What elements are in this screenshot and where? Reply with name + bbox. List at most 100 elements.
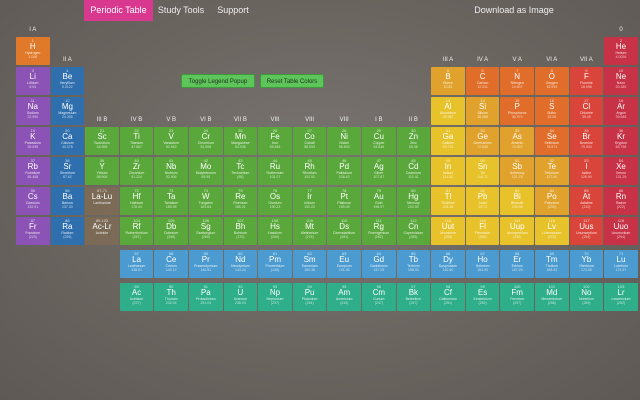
element-cell-uut[interactable]: 113 Uut Ununtrium (286) [431, 217, 465, 245]
element-cell-co[interactable]: 27 Co Cobalt 58.933 [292, 127, 327, 155]
element-cell-ar[interactable]: 18 Ar Argon 39.948 [604, 97, 638, 125]
element-cell-w[interactable]: 74 W Tungsten 183.84 [189, 187, 223, 215]
element-cell-eu[interactable]: 63 Eu Europium 151.96 [327, 250, 361, 278]
element-cell-rg[interactable]: 111 Rg Roentgenium (282) [362, 217, 396, 245]
element-cell-al[interactable]: 13 Al Aluminium 26.982 [431, 97, 465, 125]
element-cell-s[interactable]: 16 S Sulfur 32.06 [535, 97, 569, 125]
element-cell-o[interactable]: 8 O Oxygen 15.999 [535, 67, 569, 95]
element-cell-li[interactable]: 3 Li Lithium 6.94 [16, 67, 50, 95]
element-cell-tl[interactable]: 81 Tl Thallium 204.38 [431, 187, 465, 215]
element-cell-lv[interactable]: 116 Lv Livermorium (293) [535, 217, 569, 245]
element-cell-ac[interactable]: 89 Ac Actinium (227) [119, 283, 154, 311]
element-cell-uus[interactable]: 117 Uus Ununseptium (294) [569, 217, 604, 245]
element-cell-md[interactable]: 101 Md Mendelevium (258) [535, 283, 569, 311]
element-cell-ne[interactable]: 10 Ne Neon 20.180 [604, 67, 638, 95]
element-cell-zn[interactable]: 30 Zn Zinc 65.38 [396, 127, 431, 155]
element-cell-sr[interactable]: 38 Sr Strontium 87.62 [50, 157, 85, 185]
element-cell-as[interactable]: 33 As Arsenic 74.922 [500, 127, 534, 155]
element-cell-hf[interactable]: 72 Hf Hafnium 178.49 [119, 187, 154, 215]
element-cell-at[interactable]: 85 At Astatine (210) [569, 187, 604, 215]
element-cell-ho[interactable]: 67 Ho Holmium 164.93 [465, 250, 500, 278]
element-cell-pb[interactable]: 82 Pb Lead 207.2 [465, 187, 500, 215]
element-cell-er[interactable]: 68 Er Erbium 167.26 [500, 250, 534, 278]
element-cell-mo[interactable]: 42 Mo Molybdenum 95.95 [189, 157, 223, 185]
element-cell-fm[interactable]: 100 Fm Fermium (257) [500, 283, 534, 311]
element-cell-cs[interactable]: 55 Cs Caesium 132.91 [16, 187, 50, 215]
element-cell-sm[interactable]: 62 Sm Samarium 150.36 [292, 250, 327, 278]
element-cell-rn[interactable]: 86 Rn Radon (222) [604, 187, 638, 215]
element-cell-gd[interactable]: 64 Gd Gadolinium 157.25 [362, 250, 396, 278]
element-cell-rf[interactable]: 104 Rf Rutherfordium (267) [119, 217, 154, 245]
element-cell-na[interactable]: 11 Na Sodium 22.990 [16, 97, 50, 125]
element-cell-rb[interactable]: 37 Rb Rubidium 85.468 [16, 157, 50, 185]
element-cell-y[interactable]: 39 Y Yttrium 88.906 [85, 157, 119, 185]
element-cell-be[interactable]: 4 Be Beryllium 9.0122 [50, 67, 85, 95]
element-cell-fe[interactable]: 26 Fe Iron 55.845 [258, 127, 292, 155]
element-cell-sb[interactable]: 51 Sb Antimony 121.76 [500, 157, 534, 185]
element-cell-np[interactable]: 93 Np Neptunium (237) [258, 283, 292, 311]
element-cell-rh[interactable]: 45 Rh Rhodium 102.91 [292, 157, 327, 185]
element-cell-ru[interactable]: 44 Ru Ruthenium 101.07 [258, 157, 292, 185]
element-cell-la[interactable]: 57 La Lanthanum 138.91 [119, 250, 154, 278]
element-cell-ga[interactable]: 31 Ga Gallium 69.723 [431, 127, 465, 155]
element-cell-am[interactable]: 95 Am Americium (243) [327, 283, 361, 311]
element-cell-i[interactable]: 53 I Iodine 126.90 [569, 157, 604, 185]
element-cell-cm[interactable]: 96 Cm Curium (247) [362, 283, 396, 311]
element-cell-kr[interactable]: 36 Kr Krypton 83.798 [604, 127, 638, 155]
element-cell-u[interactable]: 92 U Uranium 238.03 [223, 283, 258, 311]
element-cell-ca[interactable]: 20 Ca Calcium 40.078 [50, 127, 85, 155]
element-cell-pm[interactable]: 61 Pm Promethium (145) [258, 250, 292, 278]
element-cell-mt[interactable]: 109 Mt Meitnerium (278) [292, 217, 327, 245]
element-cell-se[interactable]: 34 Se Selenium 78.971 [535, 127, 569, 155]
element-cell-lr[interactable]: 103 Lr Lawrencium (262) [604, 283, 638, 311]
element-cell-cl[interactable]: 17 Cl Chlorine 35.45 [569, 97, 604, 125]
element-cell-cn[interactable]: 112 Cn Copernicium (285) [396, 217, 431, 245]
element-cell-h[interactable]: 1 H Hydrogen 1.008 [16, 37, 50, 65]
element-cell-br[interactable]: 35 Br Bromine 79.904 [569, 127, 604, 155]
element-cell-ba[interactable]: 56 Ba Barium 137.33 [50, 187, 85, 215]
element-cell-n[interactable]: 7 N Nitrogen 14.007 [500, 67, 534, 95]
element-cell-ni[interactable]: 28 Ni Nickel 58.693 [327, 127, 361, 155]
element-cell-bi[interactable]: 83 Bi Bismuth 208.98 [500, 187, 534, 215]
element-cell-lu[interactable]: 71 Lu Lutetium 174.97 [604, 250, 638, 278]
element-cell-po[interactable]: 84 Po Polonium (209) [535, 187, 569, 215]
element-cell-es[interactable]: 99 Es Einsteinium (252) [465, 283, 500, 311]
element-cell-tb[interactable]: 65 Tb Terbium 158.93 [396, 250, 431, 278]
element-cell-uup[interactable]: 115 Uup Ununpentium (289) [500, 217, 534, 245]
element-cell-tm[interactable]: 69 Tm Thulium 168.93 [535, 250, 569, 278]
element-cell-os[interactable]: 76 Os Osmium 190.23 [258, 187, 292, 215]
element-cell-bh[interactable]: 107 Bh Bohrium (270) [223, 217, 258, 245]
element-cell-dy[interactable]: 66 Dy Dysprosium 162.50 [431, 250, 465, 278]
element-cell-cu[interactable]: 29 Cu Copper 63.546 [362, 127, 396, 155]
element-cell-nb[interactable]: 41 Nb Niobium 92.906 [154, 157, 188, 185]
element-cell-te[interactable]: 52 Te Tellurium 127.60 [535, 157, 569, 185]
element-cell-ag[interactable]: 47 Ag Silver 107.87 [362, 157, 396, 185]
element-cell-c[interactable]: 6 C Carbon 12.011 [465, 67, 500, 95]
element-cell-la-lu[interactable]: 57-71 La-Lu Lanthanide [85, 187, 119, 215]
element-cell-pu[interactable]: 94 Pu Plutonium (244) [292, 283, 327, 311]
element-cell-ds[interactable]: 110 Ds Darmstadtium (281) [327, 217, 361, 245]
element-cell-ta[interactable]: 73 Ta Tantalum 180.95 [154, 187, 188, 215]
element-cell-cf[interactable]: 98 Cf Californium (251) [431, 283, 465, 311]
element-cell-b[interactable]: 5 B Boron 10.81 [431, 67, 465, 95]
element-cell-sg[interactable]: 106 Sg Seaborgium (269) [189, 217, 223, 245]
element-cell-ge[interactable]: 32 Ge Germanium 72.630 [465, 127, 500, 155]
element-cell-ac-lr[interactable]: 89-103 Ac-Lr Actinide [85, 217, 119, 245]
element-cell-he[interactable]: 2 He Helium 4.0026 [604, 37, 638, 65]
element-cell-ce[interactable]: 58 Ce Cerium 140.12 [154, 250, 188, 278]
element-cell-si[interactable]: 14 Si Silicon 28.085 [465, 97, 500, 125]
element-cell-mn[interactable]: 25 Mn Manganese 54.938 [223, 127, 258, 155]
element-cell-zr[interactable]: 40 Zr Zirconium 91.224 [119, 157, 154, 185]
element-cell-bk[interactable]: 97 Bk Berkelium (247) [396, 283, 431, 311]
element-cell-pa[interactable]: 91 Pa Protactinium 231.04 [189, 283, 223, 311]
element-cell-fl[interactable]: 114 Fl Flerovium (289) [465, 217, 500, 245]
element-cell-cd[interactable]: 48 Cd Cadmium 112.41 [396, 157, 431, 185]
element-cell-hg[interactable]: 80 Hg Mercury 200.59 [396, 187, 431, 215]
element-cell-tc[interactable]: 43 Tc Technetium (98) [223, 157, 258, 185]
element-cell-k[interactable]: 19 K Potassium 39.098 [16, 127, 50, 155]
element-cell-au[interactable]: 79 Au Gold 196.97 [362, 187, 396, 215]
element-cell-no[interactable]: 102 No Nobelium (259) [569, 283, 604, 311]
element-cell-db[interactable]: 105 Db Dubnium (268) [154, 217, 188, 245]
element-cell-pt[interactable]: 78 Pt Platinum 195.08 [327, 187, 361, 215]
element-cell-uuo[interactable]: 118 Uuo Ununoctium (294) [604, 217, 638, 245]
